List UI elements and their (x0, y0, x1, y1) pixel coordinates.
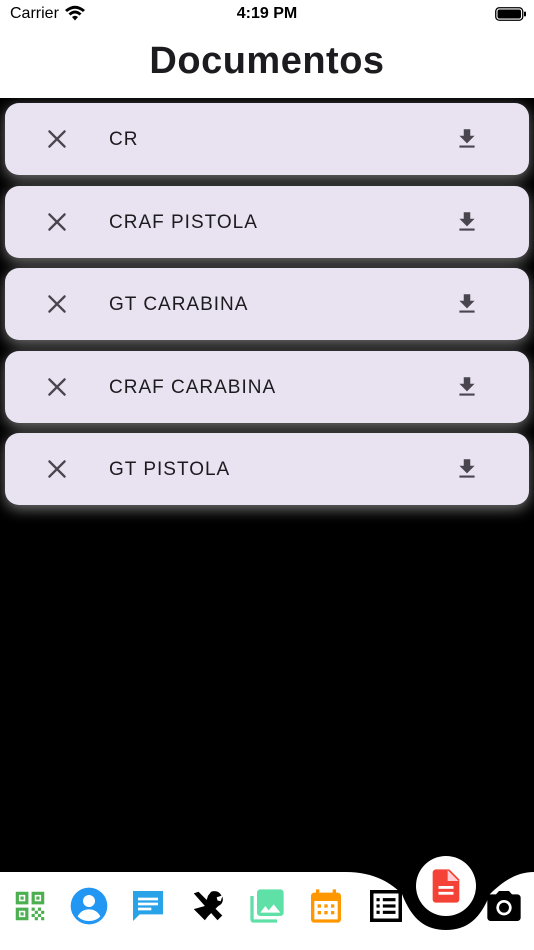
download-icon (459, 129, 475, 148)
photo-library-icon (250, 889, 284, 923)
calendar-icon (311, 889, 341, 923)
download-icon (459, 376, 475, 396)
download-icon (459, 459, 475, 478)
chat-icon (133, 891, 163, 921)
document-item[interactable]: GT CARABINA (5, 268, 529, 340)
qr-code-icon (15, 891, 45, 921)
delete-document-button[interactable] (43, 373, 71, 401)
tools-icon (193, 891, 223, 921)
delete-document-button[interactable] (43, 208, 71, 236)
download-document-button[interactable] (453, 125, 481, 153)
download-icon (459, 294, 475, 313)
download-document-button[interactable] (453, 373, 481, 401)
nav-camera-button[interactable] (484, 886, 524, 926)
delete-document-button[interactable] (43, 125, 71, 153)
close-icon (48, 130, 66, 148)
account-circle-icon (70, 887, 108, 925)
nav-calendar-button[interactable] (306, 886, 346, 926)
nav-qr-code-button[interactable] (10, 886, 50, 926)
document-item[interactable]: CRAF CARABINA (5, 350, 529, 423)
nav-gallery-button[interactable] (247, 886, 287, 926)
download-icon (459, 211, 475, 231)
document-label: CRAF PISTOLA (109, 211, 258, 233)
nav-profile-button[interactable] (69, 886, 109, 926)
download-document-button[interactable] (453, 455, 481, 483)
document-icon (432, 869, 460, 903)
delete-document-button[interactable] (43, 455, 71, 483)
nav-chat-button[interactable] (128, 886, 168, 926)
list-document-icon (370, 890, 402, 922)
document-label: GT CARABINA (109, 294, 249, 315)
nav-list-button[interactable] (366, 886, 406, 926)
download-document-button[interactable] (453, 208, 481, 236)
nav-documents-fab[interactable] (416, 856, 476, 916)
close-icon (48, 295, 66, 313)
document-label: CR (109, 129, 139, 150)
document-label: CRAF CARABINA (109, 376, 277, 398)
document-item[interactable]: GT PISTOLA (5, 433, 529, 505)
download-document-button[interactable] (453, 290, 481, 318)
document-item[interactable]: CRAF PISTOLA (5, 185, 529, 258)
delete-document-button[interactable] (43, 290, 71, 318)
close-icon (48, 377, 66, 396)
status-bar: Carrier 4:19 PM (0, 0, 534, 30)
close-icon (48, 460, 66, 478)
battery-icon (495, 7, 526, 21)
page-title: Documentos (149, 40, 385, 82)
document-label: GT PISTOLA (109, 459, 231, 480)
app-header: Documentos (0, 30, 534, 98)
nav-tools-button[interactable] (188, 886, 228, 926)
camera-icon (487, 891, 521, 921)
status-time: 4:19 PM (236, 5, 298, 22)
document-list: CR CRAF PISTOLA GT CARABINA CRAF CARABIN… (5, 103, 529, 516)
document-item[interactable]: CR (5, 103, 529, 175)
close-icon (48, 212, 66, 231)
